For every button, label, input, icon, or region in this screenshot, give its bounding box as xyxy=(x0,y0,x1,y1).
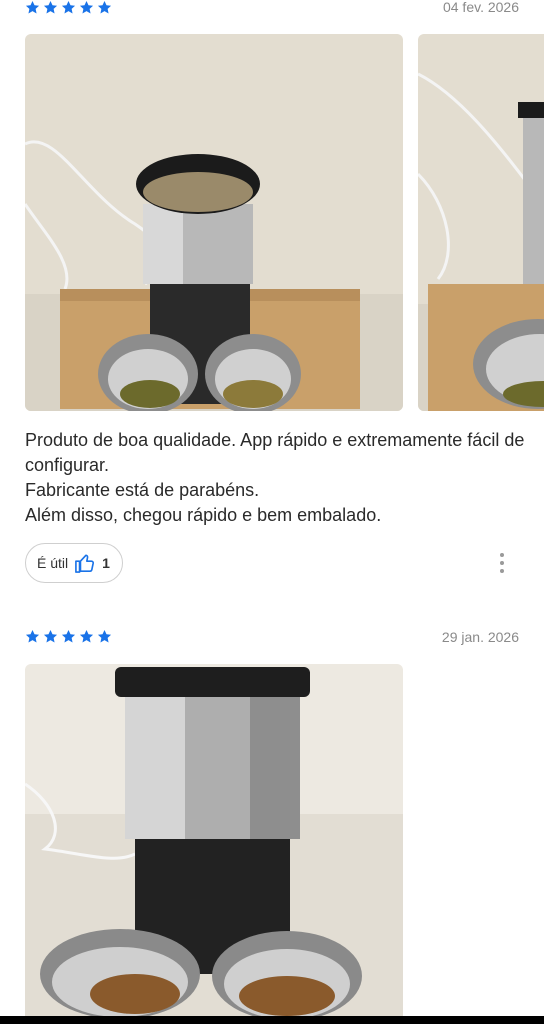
review-photo[interactable] xyxy=(25,664,403,1016)
review-photo[interactable] xyxy=(418,34,544,411)
helpful-count: 1 xyxy=(102,555,110,571)
more-vertical-icon[interactable] xyxy=(498,553,506,573)
review-photo[interactable] xyxy=(25,34,403,411)
helpful-button[interactable]: É útil 1 xyxy=(25,543,123,583)
star-icon xyxy=(25,629,40,643)
review-text: Produto de boa qualidade. App rápido e e… xyxy=(25,428,525,528)
star-icon xyxy=(97,0,112,14)
star-icon xyxy=(79,0,94,14)
rating-stars xyxy=(25,629,112,644)
system-navigation-bar xyxy=(0,1016,544,1024)
star-icon xyxy=(61,629,76,643)
review-date: 29 jan. 2026 xyxy=(441,629,519,645)
thumbs-up-icon xyxy=(75,554,95,573)
star-icon xyxy=(43,629,58,643)
star-icon xyxy=(61,0,76,14)
star-icon xyxy=(25,0,40,14)
review-photo-carousel[interactable] xyxy=(25,34,544,411)
review-photo-carousel[interactable] xyxy=(25,664,403,1016)
helpful-label: É útil xyxy=(37,555,69,571)
review-text-line: Fabricante está de parabéns. xyxy=(25,480,260,500)
rating-stars xyxy=(25,0,112,15)
star-icon xyxy=(43,0,58,14)
review-text-line: Além disso, chegou rápido e bem embalado… xyxy=(25,505,382,525)
review-date: 04 fev. 2026 xyxy=(442,0,519,15)
star-icon xyxy=(79,629,94,643)
review-text-line: Produto de boa qualidade. App rápido e e… xyxy=(25,430,525,475)
star-icon xyxy=(97,629,112,643)
